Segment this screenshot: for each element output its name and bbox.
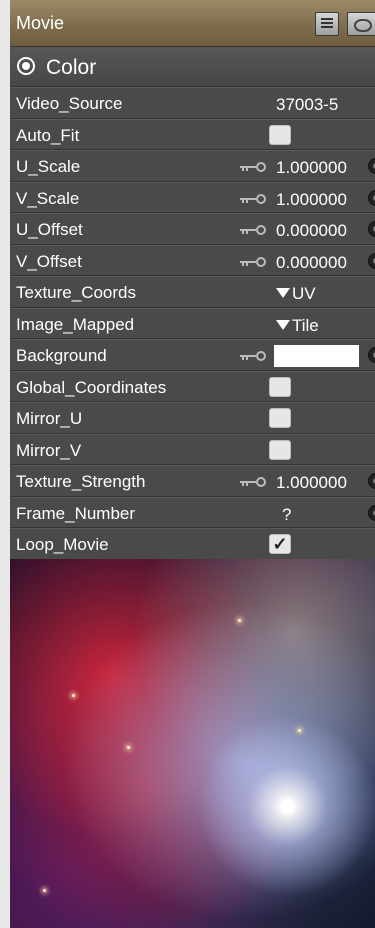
row-u-offset: U_Offset 0.000000	[10, 213, 375, 245]
row-label: U_Scale	[16, 157, 81, 176]
section-toggle-icon[interactable]	[17, 57, 35, 75]
v-scale-value[interactable]: 1.000000	[276, 190, 347, 210]
texture-coords-dropdown[interactable]: UV	[276, 284, 316, 304]
global-coordinates-checkbox[interactable]	[269, 376, 291, 397]
row-label: Texture_Coords	[16, 283, 137, 302]
row-label: V_Scale	[16, 188, 80, 208]
dial-icon[interactable]	[368, 158, 375, 174]
eye-icon	[354, 19, 372, 32]
visibility-button[interactable]	[347, 12, 375, 36]
row-loop-movie: Loop_Movie ✓	[10, 528, 375, 560]
panel-title: Movie	[16, 13, 65, 33]
section-label: Color	[46, 56, 97, 79]
key-icon[interactable]	[240, 256, 266, 267]
u-offset-value[interactable]: 0.000000	[276, 221, 347, 241]
row-texture-strength: Texture_Strength 1.000000	[10, 465, 375, 497]
list-icon	[321, 18, 333, 30]
color-section-header[interactable]: Color	[10, 47, 375, 87]
material-panel: Movie Color Video_Source 37003-5 Auto_Fi…	[10, 0, 375, 928]
row-u-scale: U_Scale 1.000000	[10, 150, 375, 182]
mirror-v-checkbox[interactable]	[269, 439, 291, 460]
row-label: Frame_Number	[16, 503, 136, 523]
row-mirror-v: Mirror_V	[10, 433, 375, 465]
background-color-swatch[interactable]	[274, 345, 359, 367]
row-label: Mirror_V	[16, 440, 82, 460]
row-label: V_Offset	[16, 251, 82, 271]
auto-fit-checkbox[interactable]	[269, 124, 291, 145]
image-mapped-value: Tile	[292, 315, 319, 335]
row-label: Image_Mapped	[16, 314, 135, 334]
dropdown-arrow-icon	[276, 319, 290, 330]
mirror-u-checkbox[interactable]	[269, 408, 291, 428]
key-icon[interactable]	[240, 193, 266, 204]
row-label: Background	[16, 346, 107, 365]
row-label: U_Offset	[16, 220, 83, 239]
row-v-offset: V_Offset 0.000000	[10, 244, 375, 276]
row-video-source: Video_Source 37003-5	[10, 87, 375, 119]
dial-icon[interactable]	[368, 504, 375, 521]
row-v-scale: V_Scale 1.000000	[10, 181, 375, 213]
panel-header: Movie	[10, 0, 375, 47]
row-label: Video_Source	[16, 94, 123, 113]
video-source-value[interactable]: 37003-5	[276, 95, 338, 115]
row-image-mapped: Image_Mapped Tile	[10, 307, 375, 339]
dropdown-arrow-icon	[276, 288, 290, 298]
row-label: Texture_Strength	[16, 472, 146, 491]
texture-strength-value[interactable]: 1.000000	[276, 473, 347, 493]
row-label: Mirror_U	[16, 409, 83, 428]
movie-preview-image	[10, 559, 375, 928]
row-background: Background	[10, 339, 375, 371]
image-mapped-dropdown[interactable]: Tile	[276, 316, 319, 336]
texture-coords-value: UV	[292, 284, 316, 303]
dial-icon[interactable]	[368, 252, 375, 269]
dial-icon[interactable]	[368, 221, 375, 237]
row-label: Loop_Movie	[16, 535, 109, 554]
row-texture-coords: Texture_Coords UV	[10, 276, 375, 308]
dial-icon[interactable]	[368, 473, 375, 489]
dial-icon[interactable]	[368, 189, 375, 206]
key-icon[interactable]	[240, 162, 266, 172]
u-scale-value[interactable]: 1.000000	[276, 158, 347, 178]
row-mirror-u: Mirror_U	[10, 402, 375, 434]
loop-movie-checkbox[interactable]: ✓	[269, 534, 291, 554]
row-frame-number: Frame_Number ?	[10, 496, 375, 528]
list-view-button[interactable]	[315, 12, 339, 36]
row-label: Auto_Fit	[16, 125, 80, 145]
row-global-coordinates: Global_Coordinates	[10, 370, 375, 402]
key-icon[interactable]	[240, 477, 266, 487]
row-label: Global_Coordinates	[16, 377, 167, 397]
frame-number-value[interactable]: ?	[282, 505, 291, 525]
key-icon[interactable]	[240, 351, 266, 361]
key-icon[interactable]	[240, 225, 266, 235]
dial-icon[interactable]	[368, 347, 375, 363]
row-auto-fit: Auto_Fit	[10, 118, 375, 150]
v-offset-value[interactable]: 0.000000	[276, 253, 347, 273]
